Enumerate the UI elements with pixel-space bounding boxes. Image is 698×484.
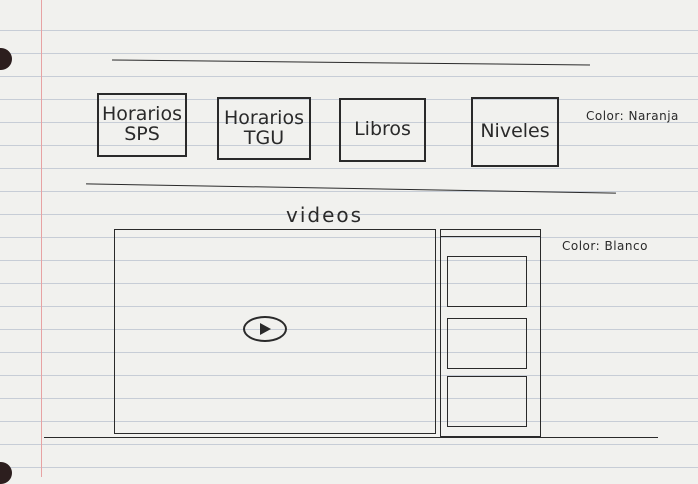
nav-item-horarios-tgu[interactable]: Horarios TGU	[217, 97, 311, 160]
nav-item-horarios-sps[interactable]: Horarios SPS	[97, 93, 187, 157]
header-top-rule	[112, 59, 590, 66]
footer-rule	[44, 437, 658, 438]
video-player[interactable]	[114, 229, 436, 434]
videos-color-note: Color: Blanco	[562, 239, 648, 253]
play-button[interactable]	[243, 316, 287, 342]
nav-item-label: Libros	[354, 118, 411, 141]
playlist-thumbnail-1[interactable]	[447, 256, 527, 307]
playlist-thumbnail-2[interactable]	[447, 318, 527, 369]
nav-item-niveles[interactable]: Niveles	[471, 97, 559, 167]
playlist-thumbnail-3[interactable]	[447, 376, 527, 427]
paper-margin-line	[41, 0, 42, 477]
videos-title: videos	[286, 203, 364, 227]
nav-color-note: Color: Naranja	[586, 109, 679, 123]
binder-hole-bottom	[0, 462, 12, 484]
play-icon	[259, 323, 271, 335]
header-bottom-rule	[86, 183, 616, 194]
nav-item-libros[interactable]: Libros	[339, 98, 426, 162]
nav-item-label: Horarios TGU	[224, 106, 304, 149]
nav-item-label: Horarios SPS	[102, 103, 182, 145]
playlist-header-line	[441, 236, 540, 237]
binder-hole-top	[0, 48, 12, 70]
nav-item-label: Niveles	[480, 120, 550, 143]
video-playlist	[440, 229, 541, 437]
